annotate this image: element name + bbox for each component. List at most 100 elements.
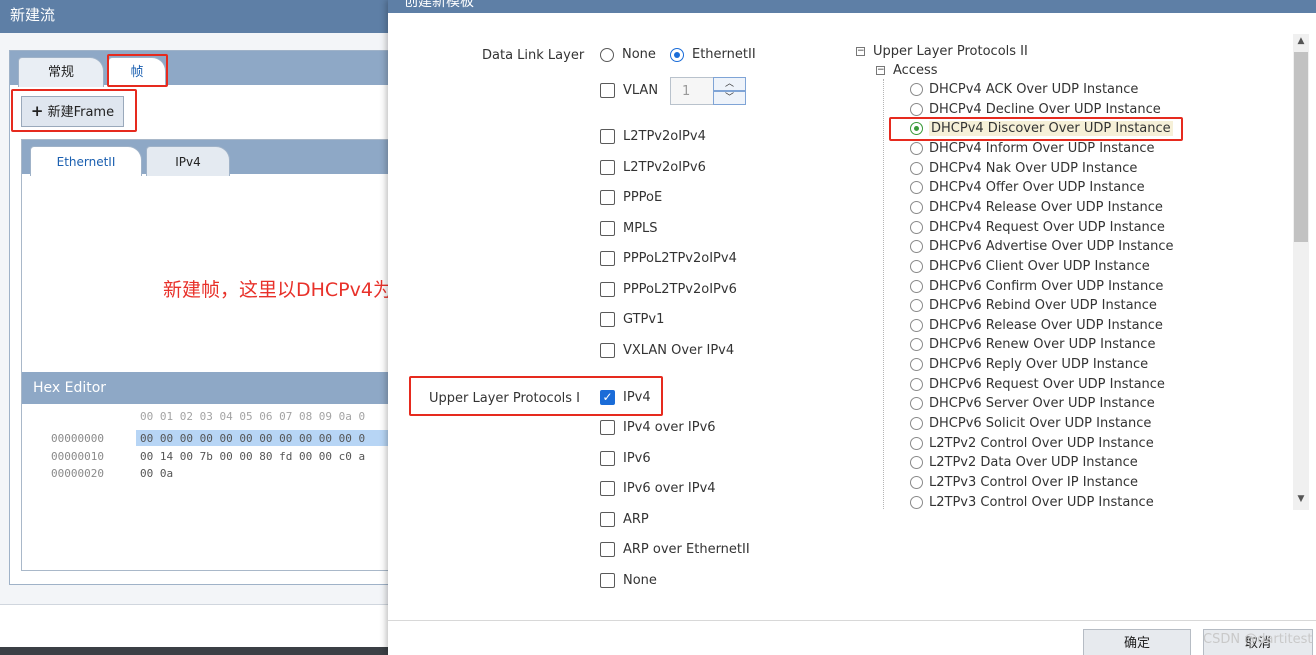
tab-general[interactable]: 常规 <box>18 57 104 87</box>
radio-icon[interactable] <box>910 456 923 470</box>
checkbox-icon[interactable] <box>600 160 615 175</box>
upper-layer-i-option[interactable]: IPv4 over IPv6 <box>600 420 716 435</box>
checkbox-icon[interactable] <box>600 251 615 266</box>
ok-button[interactable]: 确定 <box>1083 629 1191 655</box>
radio-checked-icon[interactable] <box>670 47 684 62</box>
highlight-new-frame <box>11 89 137 132</box>
checkbox-icon[interactable] <box>600 282 615 297</box>
radio-icon[interactable] <box>910 377 923 391</box>
checkbox-icon[interactable] <box>600 312 615 327</box>
radio-icon[interactable] <box>910 338 923 352</box>
collapse-icon[interactable]: − <box>876 66 885 75</box>
radio-icon[interactable] <box>910 220 923 234</box>
radio-icon[interactable] <box>910 259 923 273</box>
checkbox-icon[interactable] <box>600 343 615 358</box>
tree-item[interactable]: DHCPv4 Request Over UDP Instance <box>910 218 1165 237</box>
layer2-option[interactable]: VXLAN Over IPv4 <box>600 343 734 358</box>
upper-layer-i-option[interactable]: ARP over EthernetII <box>600 542 750 557</box>
tree-item[interactable]: DHCPv4 Release Over UDP Instance <box>910 198 1163 217</box>
layer2-option[interactable]: PPPoL2TPv2oIPv4 <box>600 251 737 266</box>
radio-icon[interactable] <box>600 47 614 62</box>
radio-icon[interactable] <box>910 417 923 431</box>
radio-icon[interactable] <box>910 141 923 155</box>
upper-layer-i-option[interactable]: None <box>600 573 657 588</box>
radio-icon[interactable] <box>910 318 923 332</box>
upper-layer-i-option[interactable]: IPv6 <box>600 451 651 466</box>
scroll-up-icon[interactable]: ▲ <box>1293 36 1309 50</box>
radio-icon[interactable] <box>910 181 923 195</box>
radio-icon[interactable] <box>910 200 923 214</box>
checkbox-icon[interactable] <box>600 129 615 144</box>
checkbox-icon[interactable] <box>600 190 615 205</box>
tree-item[interactable]: DHCPv6 Request Over UDP Instance <box>910 375 1165 394</box>
tree-item[interactable]: L2TPv2 Data Over UDP Instance <box>910 453 1138 472</box>
tree-item[interactable]: DHCPv6 Advertise Over UDP Instance <box>910 237 1174 256</box>
radio-icon[interactable] <box>910 102 923 116</box>
tree-item[interactable]: L2TPv2 Control Over UDP Instance <box>910 434 1154 453</box>
radio-icon[interactable] <box>910 436 923 450</box>
checkbox-icon[interactable] <box>600 221 615 236</box>
checkbox-icon[interactable] <box>600 573 615 588</box>
tree-group-access[interactable]: − Access <box>876 63 938 78</box>
radio-icon[interactable] <box>910 476 923 489</box>
tree-item[interactable]: DHCPv6 Server Over UDP Instance <box>910 394 1155 413</box>
tree-item[interactable]: DHCPv4 Nak Over UDP Instance <box>910 159 1137 178</box>
tab-ethernetii[interactable]: EthernetII <box>30 146 142 176</box>
radio-icon[interactable] <box>910 397 923 411</box>
checkbox-icon[interactable] <box>600 420 615 435</box>
collapse-icon[interactable]: − <box>856 47 865 56</box>
tree-item[interactable]: DHCPv4 Inform Over UDP Instance <box>910 139 1155 158</box>
layer2-option[interactable]: MPLS <box>600 221 658 236</box>
annotation-text: 新建帧，这里以DHCPv4为例 <box>163 279 411 301</box>
radio-icon[interactable] <box>910 279 923 293</box>
tree-item[interactable]: DHCPv6 Release Over UDP Instance <box>910 316 1163 335</box>
upper-layer-i-option[interactable]: ARP <box>600 512 649 527</box>
tab-ipv4[interactable]: IPv4 <box>146 146 230 176</box>
vlan-value[interactable]: 1 <box>682 84 690 99</box>
hex-bytes[interactable]: 00 0a <box>140 467 173 480</box>
tree-item[interactable]: DHCPv4 Decline Over UDP Instance <box>910 100 1161 119</box>
layer2-option[interactable]: GTPv1 <box>600 312 664 327</box>
tree-root[interactable]: − Upper Layer Protocols II <box>856 44 1028 59</box>
radio-icon[interactable] <box>910 83 923 96</box>
hex-bytes[interactable]: 00 14 00 7b 00 00 80 fd 00 00 c0 a <box>140 450 365 463</box>
tree-item[interactable]: DHCPv6 Reply Over UDP Instance <box>910 355 1148 374</box>
spin-up-icon[interactable]: ︿ <box>713 77 746 91</box>
checkbox-icon[interactable] <box>600 512 615 527</box>
tree-item[interactable]: DHCPv6 Confirm Over UDP Instance <box>910 277 1163 296</box>
tree-item[interactable]: DHCPv4 ACK Over UDP Instance <box>910 80 1138 99</box>
hex-offset: 00000000 <box>51 432 104 445</box>
tree-item[interactable]: DHCPv6 Renew Over UDP Instance <box>910 335 1155 354</box>
checkbox-icon[interactable] <box>600 451 615 466</box>
scrollbar-thumb[interactable] <box>1294 52 1308 242</box>
vlan-option[interactable]: VLAN <box>600 83 658 98</box>
taskbar-strip <box>0 647 390 655</box>
spin-down-icon[interactable]: ﹀ <box>713 91 746 105</box>
layer2-option[interactable]: PPPoL2TPv2oIPv6 <box>600 282 737 297</box>
layer2-option[interactable]: L2TPv2oIPv6 <box>600 160 706 175</box>
scroll-down-icon[interactable]: ▼ <box>1293 494 1309 508</box>
checkbox-icon[interactable] <box>600 83 615 98</box>
radio-icon[interactable] <box>910 358 923 372</box>
radio-icon[interactable] <box>910 240 923 254</box>
tree-item[interactable]: DHCPv6 Solicit Over UDP Instance <box>910 414 1151 433</box>
radio-icon[interactable] <box>910 161 923 175</box>
tree-item-label: DHCPv6 Server Over UDP Instance <box>929 396 1155 412</box>
hex-bytes[interactable]: 00 00 00 00 00 00 00 00 00 00 00 0 <box>140 432 365 445</box>
layer2-option[interactable]: PPPoE <box>600 190 662 205</box>
tree-item[interactable]: L2TPv3 Control Over UDP Instance <box>910 493 1154 512</box>
tree-item[interactable]: L2TPv3 Control Over IP Instance <box>910 473 1138 492</box>
tree-item[interactable]: DHCPv6 Rebind Over UDP Instance <box>910 296 1157 315</box>
upper-layer-i-option[interactable]: IPv6 over IPv4 <box>600 481 716 496</box>
data-link-none-option[interactable]: None <box>600 47 656 62</box>
checkbox-icon[interactable] <box>600 542 615 557</box>
data-link-ethernet-option[interactable]: EthernetII <box>670 47 756 62</box>
option-label: PPPoE <box>623 190 663 205</box>
layer2-option[interactable]: L2TPv2oIPv4 <box>600 129 706 144</box>
tree-item[interactable]: DHCPv4 Offer Over UDP Instance <box>910 178 1145 197</box>
tree-item[interactable]: DHCPv6 Client Over UDP Instance <box>910 257 1150 276</box>
window-title: 新建流 <box>0 0 390 33</box>
radio-icon[interactable] <box>910 299 923 313</box>
checkbox-icon[interactable] <box>600 481 615 496</box>
radio-icon[interactable] <box>910 495 923 509</box>
